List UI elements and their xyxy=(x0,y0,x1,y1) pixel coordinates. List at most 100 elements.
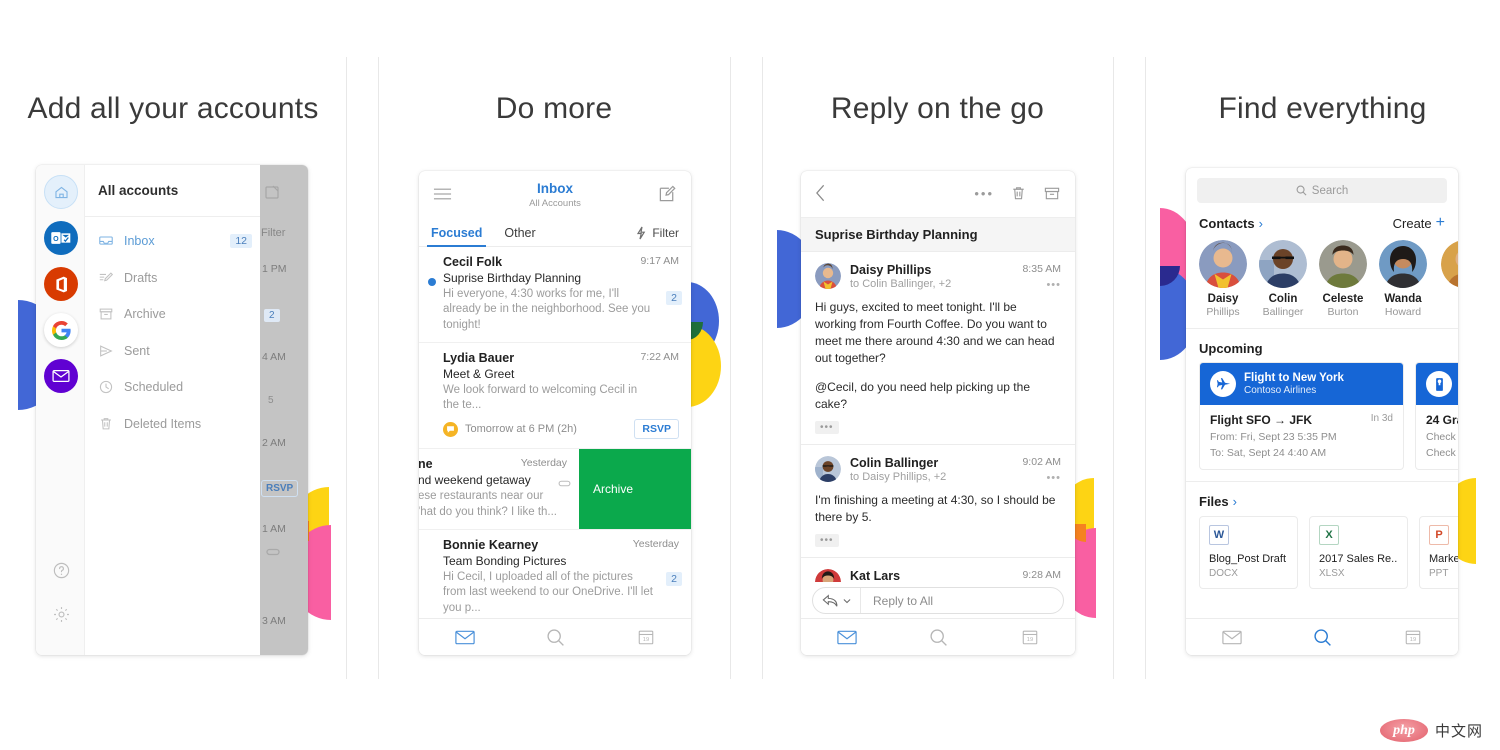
office365-account-icon[interactable] xyxy=(44,267,78,301)
sidebar-label: Scheduled xyxy=(124,380,184,395)
tab-search-icon[interactable] xyxy=(1313,628,1332,647)
mail-preview: Hi Cecil, I uploaded all of the pictures… xyxy=(443,570,653,614)
panel-title: Find everything xyxy=(1218,92,1427,125)
list-item[interactable]: Cecil Folk 9:17 AM Suprise Birthday Plan… xyxy=(419,247,691,343)
sidebar-item-scheduled[interactable]: Scheduled xyxy=(85,369,260,406)
panel-divider-3 xyxy=(730,57,731,679)
plus-icon: + xyxy=(1435,214,1445,231)
search-input[interactable]: Search xyxy=(1197,178,1447,203)
dim-time: 1 PM xyxy=(262,263,287,275)
file-type: PPT xyxy=(1429,568,1449,579)
archive-icon[interactable] xyxy=(1043,185,1061,202)
inbox-subtitle: All Accounts xyxy=(529,198,581,209)
more-icon[interactable]: ••• xyxy=(974,186,994,201)
dim-time: 2 AM xyxy=(262,437,286,449)
tab-calendar-icon[interactable]: 19 xyxy=(1404,628,1422,646)
list-item[interactable]: Flight to New York Contoso Airlines Flig… xyxy=(1199,362,1404,470)
contacts-list: Daisy Phillips Colin Ballinger Celeste B… xyxy=(1186,231,1458,328)
swipe-archive-action[interactable]: Archive xyxy=(579,449,691,529)
help-icon[interactable] xyxy=(44,553,78,587)
list-item[interactable]: W Blog_Post Draft DOCX xyxy=(1199,516,1298,589)
list-item[interactable]: Bonnie Kearney Yesterday Team Bonding Pi… xyxy=(419,530,691,626)
avatar xyxy=(1259,240,1307,288)
create-label: Create xyxy=(1392,215,1432,231)
sidebar-item-deleted[interactable]: Deleted Items xyxy=(85,406,260,443)
rsvp-button[interactable]: RSVP xyxy=(634,419,679,440)
list-item[interactable]: Daisy Phillips xyxy=(1199,240,1247,318)
upcoming-banner-title: Flight to New York xyxy=(1244,372,1344,384)
upcoming-body: Flight SFO → JFK In 3d From: Fri, Sept 2… xyxy=(1200,405,1403,469)
upcoming-banner: Flight to New York Contoso Airlines xyxy=(1200,363,1403,405)
sidebar-item-drafts[interactable]: Drafts xyxy=(85,260,260,297)
sidebar-label: Drafts xyxy=(124,270,158,285)
gear-icon[interactable] xyxy=(44,597,78,631)
contacts-label: Contacts xyxy=(1199,215,1255,231)
dim-badge: 2 xyxy=(264,309,280,322)
avatar xyxy=(1379,240,1427,288)
avatar xyxy=(815,455,841,482)
tab-focused[interactable]: Focused xyxy=(426,226,487,247)
list-item[interactable]: Colin Ballinger xyxy=(1259,240,1307,318)
tab-search-icon[interactable] xyxy=(546,628,565,647)
sidebar-item-sent[interactable]: Sent xyxy=(85,333,260,370)
tab-mail-icon[interactable] xyxy=(455,630,475,645)
message-item[interactable]: Colin Ballinger to Daisy Phillips, +2 9:… xyxy=(801,445,1075,559)
reply-all-icon[interactable] xyxy=(813,588,861,613)
watermark-php-logo: php xyxy=(1379,719,1428,742)
upcoming-banner xyxy=(1416,363,1458,405)
contact-last-name: Howard xyxy=(1384,306,1422,318)
message-body-2: @Cecil, do you need help picking up the … xyxy=(815,379,1030,411)
inbox-badge: 12 xyxy=(230,234,252,249)
list-item-cut[interactable]: 24 Gra Check I Check O xyxy=(1415,362,1458,470)
expand-quoted-icon[interactable]: ••• xyxy=(815,420,839,434)
message-more-icon[interactable]: ••• xyxy=(1046,279,1061,291)
trash-icon[interactable] xyxy=(1010,185,1027,202)
message-time: 8:35 AM xyxy=(1022,263,1061,275)
outlook-account-icon[interactable]: O xyxy=(44,221,78,255)
watermark: php 中文网 xyxy=(1379,719,1483,742)
tab-calendar-icon[interactable]: 19 xyxy=(1021,628,1039,646)
contact-last-name: Phillips xyxy=(1206,306,1240,318)
panel-divider-1 xyxy=(346,57,347,679)
reply-bar: Reply to All xyxy=(801,582,1075,618)
list-item[interactable]: X 2017 Sales Re... XLSX xyxy=(1309,516,1408,589)
message-sender: Daisy Phillips xyxy=(850,263,932,277)
list-item[interactable]: Wanda Howard xyxy=(1379,240,1427,318)
list-item-swiped[interactable]: ne Yesterday nd weekend getaway ese rest… xyxy=(419,449,691,530)
tab-search-icon[interactable] xyxy=(929,628,948,647)
list-item[interactable]: Lydia Bauer 7:22 AM Meet & Greet We look… xyxy=(419,343,691,450)
tab-mail-icon[interactable] xyxy=(837,630,857,645)
sidebar-item-inbox[interactable]: Inbox 12 xyxy=(85,223,260,260)
svg-text:19: 19 xyxy=(1027,637,1033,643)
back-icon[interactable] xyxy=(815,184,826,202)
list-item-cut[interactable] xyxy=(1439,240,1458,318)
chevron-right-icon[interactable]: › xyxy=(1259,216,1263,231)
compose-icon[interactable] xyxy=(658,184,677,203)
tab-mail-icon[interactable] xyxy=(1222,630,1242,645)
yahoo-account-icon[interactable] xyxy=(44,359,78,393)
filter-button[interactable]: Filter xyxy=(635,226,679,240)
message-recipients: to Daisy Phillips, +2 xyxy=(850,470,947,483)
avatar xyxy=(1199,240,1247,288)
upcoming-body: 24 Gra Check I Check O xyxy=(1416,405,1458,469)
create-button[interactable]: Create + xyxy=(1393,215,1445,231)
message-time: 9:28 AM xyxy=(1022,569,1061,582)
upcoming-list: Flight to New York Contoso Airlines Flig… xyxy=(1186,356,1458,481)
upcoming-line-1: Check I xyxy=(1426,431,1458,443)
list-item-cut[interactable]: P Marketi PPT xyxy=(1419,516,1458,589)
list-item[interactable]: Celeste Burton xyxy=(1319,240,1367,318)
message-more-icon[interactable]: ••• xyxy=(1046,472,1061,484)
reply-input-container[interactable]: Reply to All xyxy=(812,587,1064,614)
file-name: Blog_Post Draft xyxy=(1209,553,1287,565)
upcoming-when: In 3d xyxy=(1370,413,1393,424)
message-item[interactable]: Daisy Phillips to Colin Ballinger, +2 8:… xyxy=(801,252,1075,445)
chevron-right-icon[interactable]: › xyxy=(1233,494,1237,509)
google-account-icon[interactable] xyxy=(44,313,78,347)
expand-quoted-icon[interactable]: ••• xyxy=(815,534,839,548)
mail-time: 9:17 AM xyxy=(640,255,679,267)
home-account-icon[interactable] xyxy=(44,175,78,209)
tab-other[interactable]: Other xyxy=(504,226,535,240)
upcoming-section-header: Upcoming xyxy=(1186,329,1458,356)
sidebar-item-archive[interactable]: Archive xyxy=(85,296,260,333)
tab-calendar-icon[interactable]: 19 xyxy=(637,628,655,646)
